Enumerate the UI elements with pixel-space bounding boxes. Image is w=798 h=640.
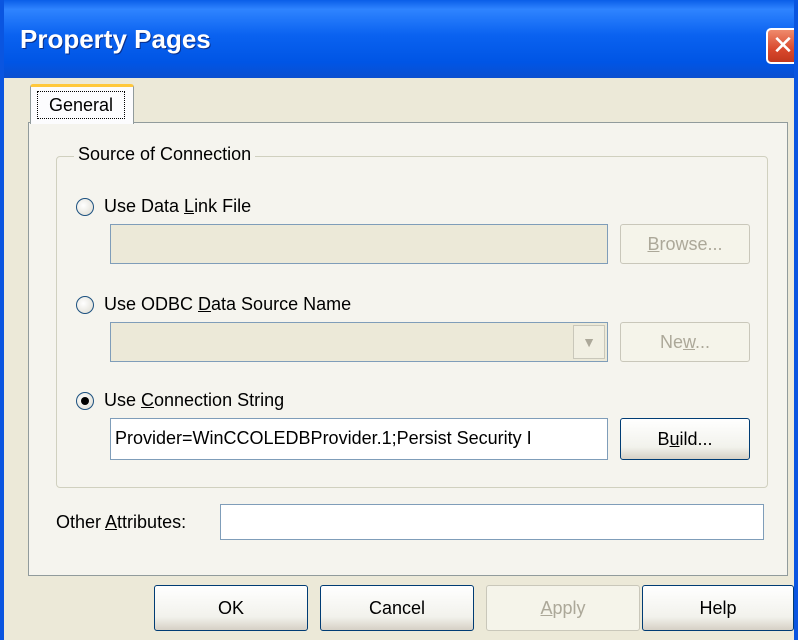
connection-string-input[interactable]: Provider=WinCCOLEDBProvider.1;Persist Se… [110, 418, 608, 460]
ok-button[interactable]: OK [154, 585, 308, 631]
other-attributes-input[interactable] [220, 504, 764, 540]
data-link-radio[interactable] [76, 198, 94, 216]
help-button[interactable]: Help [642, 585, 794, 631]
window-frame-left [0, 0, 4, 640]
connection-string-label[interactable]: Use Connection String [104, 390, 284, 411]
new-dsn-button[interactable]: New... [620, 322, 750, 362]
odbc-radio[interactable] [76, 296, 94, 314]
title-bar: Property Pages ✕ [0, 0, 798, 78]
build-button[interactable]: Build... [620, 418, 750, 460]
tab-general-label: General [37, 91, 125, 119]
source-of-connection-legend: Source of Connection [74, 144, 256, 165]
odbc-label[interactable]: Use ODBC Data Source Name [104, 294, 351, 315]
connection-string-radio[interactable] [76, 392, 94, 410]
browse-button[interactable]: Browse... [620, 224, 750, 264]
cancel-button[interactable]: Cancel [320, 585, 474, 631]
data-link-file-input[interactable] [110, 224, 608, 264]
window-title: Property Pages [20, 24, 211, 54]
odbc-dsn-select[interactable]: ▼ [110, 322, 608, 362]
tab-general[interactable]: General [30, 84, 134, 124]
radio-selected-dot [81, 397, 89, 405]
close-icon: ✕ [772, 30, 794, 60]
apply-button[interactable]: Apply [486, 585, 640, 631]
window-frame-right [794, 0, 798, 640]
data-link-label[interactable]: Use Data Link File [104, 196, 251, 217]
other-attributes-label: Other Attributes: [56, 512, 187, 532]
chevron-down-icon[interactable]: ▼ [573, 325, 605, 359]
